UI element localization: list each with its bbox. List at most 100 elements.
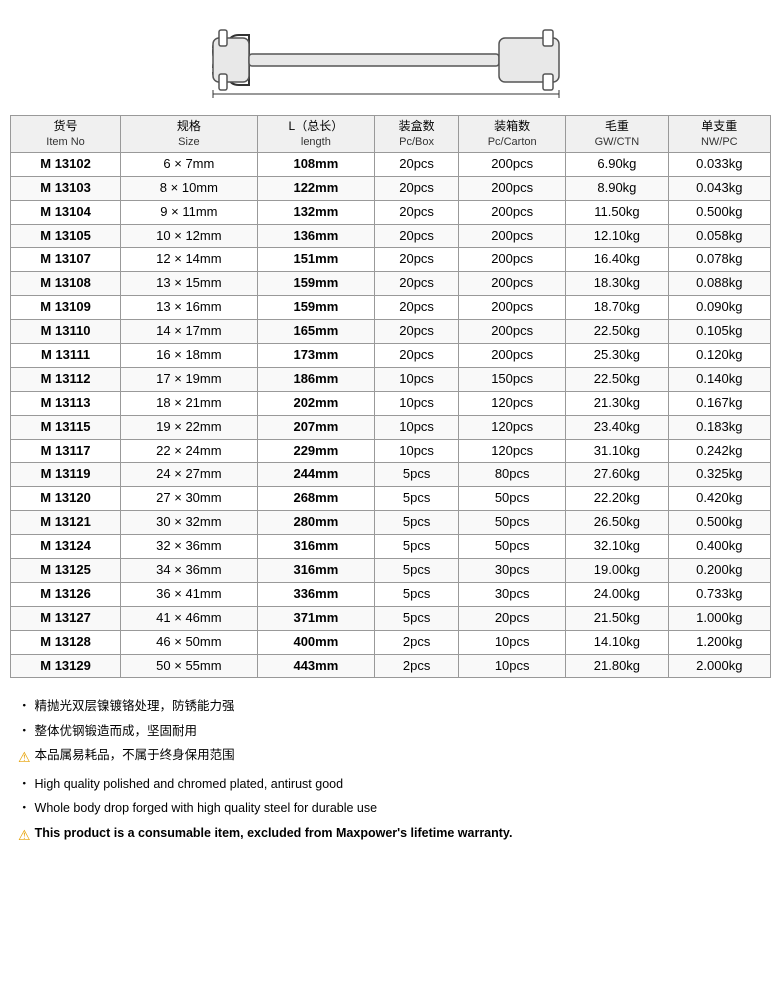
table-cell: M 13117 xyxy=(11,439,121,463)
table-cell: 200pcs xyxy=(459,224,566,248)
table-cell: 0.043kg xyxy=(668,176,770,200)
table-cell: 25.30kg xyxy=(566,344,668,368)
table-cell: 1.000kg xyxy=(668,606,770,630)
table-cell: M 13104 xyxy=(11,200,121,224)
table-cell: 21.50kg xyxy=(566,606,668,630)
table-cell: 50pcs xyxy=(459,487,566,511)
table-cell: 5pcs xyxy=(375,511,459,535)
table-row: M 1310913 × 16mm159mm20pcs200pcs18.70kg0… xyxy=(11,296,771,320)
table-cell: 132mm xyxy=(257,200,374,224)
table-cell: 186mm xyxy=(257,367,374,391)
table-cell: 18.30kg xyxy=(566,272,668,296)
table-cell: 34 × 36mm xyxy=(121,559,258,583)
table-cell: M 13107 xyxy=(11,248,121,272)
table-cell: 244mm xyxy=(257,463,374,487)
table-cell: 21.80kg xyxy=(566,654,668,678)
table-cell: 6.90kg xyxy=(566,152,668,176)
table-cell: 46 × 50mm xyxy=(121,630,258,654)
table-row: M 1311519 × 22mm207mm10pcs120pcs23.40kg0… xyxy=(11,415,771,439)
table-cell: 24 × 27mm xyxy=(121,463,258,487)
table-cell: 5pcs xyxy=(375,606,459,630)
table-cell: 22.50kg xyxy=(566,367,668,391)
table-row: M 1311924 × 27mm244mm5pcs80pcs27.60kg0.3… xyxy=(11,463,771,487)
table-cell: 0.733kg xyxy=(668,582,770,606)
table-cell: 207mm xyxy=(257,415,374,439)
bullet-icon: ・ xyxy=(18,720,31,743)
table-cell: 200pcs xyxy=(459,272,566,296)
table-cell: 30 × 32mm xyxy=(121,511,258,535)
note-line: ⚠本品属易耗品，不属于终身保用范围 xyxy=(18,744,763,770)
table-cell: M 13102 xyxy=(11,152,121,176)
table-cell: 200pcs xyxy=(459,296,566,320)
table-cell: 200pcs xyxy=(459,248,566,272)
table-cell: 173mm xyxy=(257,344,374,368)
table-row: M 1312432 × 36mm316mm5pcs50pcs32.10kg0.4… xyxy=(11,535,771,559)
col-header-gw-en: GW/CTN xyxy=(571,135,662,149)
table-cell: 10 × 12mm xyxy=(121,224,258,248)
table-cell: 50pcs xyxy=(459,511,566,535)
table-cell: 0.400kg xyxy=(668,535,770,559)
table-cell: 20pcs xyxy=(375,344,459,368)
note-text: 整体优钢锻造而成，坚固耐用 xyxy=(35,720,198,743)
notes-section: ・精抛光双层镍镀铬处理，防锈能力强・整体优钢锻造而成，坚固耐用⚠本品属易耗品，不… xyxy=(10,690,771,854)
table-cell: 11.50kg xyxy=(566,200,668,224)
table-cell: 16 × 18mm xyxy=(121,344,258,368)
note-line: ・精抛光双层镍镀铬处理，防锈能力强 xyxy=(18,695,763,718)
table-cell: 16.40kg xyxy=(566,248,668,272)
col-header-pcbox-en: Pc/Box xyxy=(380,135,453,149)
table-cell: 12 × 14mm xyxy=(121,248,258,272)
table-cell: 200pcs xyxy=(459,176,566,200)
table-cell: 0.200kg xyxy=(668,559,770,583)
table-cell: 8.90kg xyxy=(566,176,668,200)
table-cell: 0.033kg xyxy=(668,152,770,176)
note-text: 本品属易耗品，不属于终身保用范围 xyxy=(35,744,235,767)
table-cell: 19 × 22mm xyxy=(121,415,258,439)
table-row: M 1310510 × 12mm136mm20pcs200pcs12.10kg0… xyxy=(11,224,771,248)
table-cell: 30pcs xyxy=(459,559,566,583)
table-cell: 19.00kg xyxy=(566,559,668,583)
table-cell: 20pcs xyxy=(375,248,459,272)
table-cell: M 13105 xyxy=(11,224,121,248)
col-header-pccarton: 装箱数 Pc/Carton xyxy=(459,116,566,153)
table-cell: 136mm xyxy=(257,224,374,248)
col-header-nw: 单支重 NW/PC xyxy=(668,116,770,153)
table-cell: M 13110 xyxy=(11,320,121,344)
table-cell: 27.60kg xyxy=(566,463,668,487)
product-table: 货号 Item No 规格 Size L（总长） length 装盒数 Pc/B… xyxy=(10,115,771,678)
note-text: 精抛光双层镍镀铬处理，防锈能力强 xyxy=(35,695,235,718)
table-cell: 371mm xyxy=(257,606,374,630)
table-cell: 22 × 24mm xyxy=(121,439,258,463)
table-cell: M 13115 xyxy=(11,415,121,439)
table-row: M 1311217 × 19mm186mm10pcs150pcs22.50kg0… xyxy=(11,367,771,391)
table-cell: 120pcs xyxy=(459,439,566,463)
table-cell: 14 × 17mm xyxy=(121,320,258,344)
table-header-row: 货号 Item No 规格 Size L（总长） length 装盒数 Pc/B… xyxy=(11,116,771,153)
table-cell: 17 × 19mm xyxy=(121,367,258,391)
table-cell: 159mm xyxy=(257,272,374,296)
note-text: High quality polished and chromed plated… xyxy=(35,773,344,796)
table-cell: 10pcs xyxy=(375,367,459,391)
table-cell: 12.10kg xyxy=(566,224,668,248)
table-cell: 280mm xyxy=(257,511,374,535)
col-header-item: 货号 Item No xyxy=(11,116,121,153)
table-cell: 22.50kg xyxy=(566,320,668,344)
table-cell: 0.090kg xyxy=(668,296,770,320)
warning-icon: ⚠ xyxy=(18,823,31,848)
table-cell: M 13121 xyxy=(11,511,121,535)
table-cell: 20pcs xyxy=(375,296,459,320)
table-cell: 21.30kg xyxy=(566,391,668,415)
table-cell: 200pcs xyxy=(459,152,566,176)
table-cell: 165mm xyxy=(257,320,374,344)
table-cell: 24.00kg xyxy=(566,582,668,606)
table-cell: 0.140kg xyxy=(668,367,770,391)
warning-icon: ⚠ xyxy=(18,745,31,770)
table-cell: 20pcs xyxy=(375,176,459,200)
table-cell: 0.105kg xyxy=(668,320,770,344)
table-cell: 316mm xyxy=(257,535,374,559)
note-line: ・High quality polished and chromed plate… xyxy=(18,773,763,796)
bullet-icon: ・ xyxy=(18,695,31,718)
table-cell: 18 × 21mm xyxy=(121,391,258,415)
col-header-length: L（总长） length xyxy=(257,116,374,153)
table-cell: M 13127 xyxy=(11,606,121,630)
col-header-gw-zh: 毛重 xyxy=(571,119,662,135)
